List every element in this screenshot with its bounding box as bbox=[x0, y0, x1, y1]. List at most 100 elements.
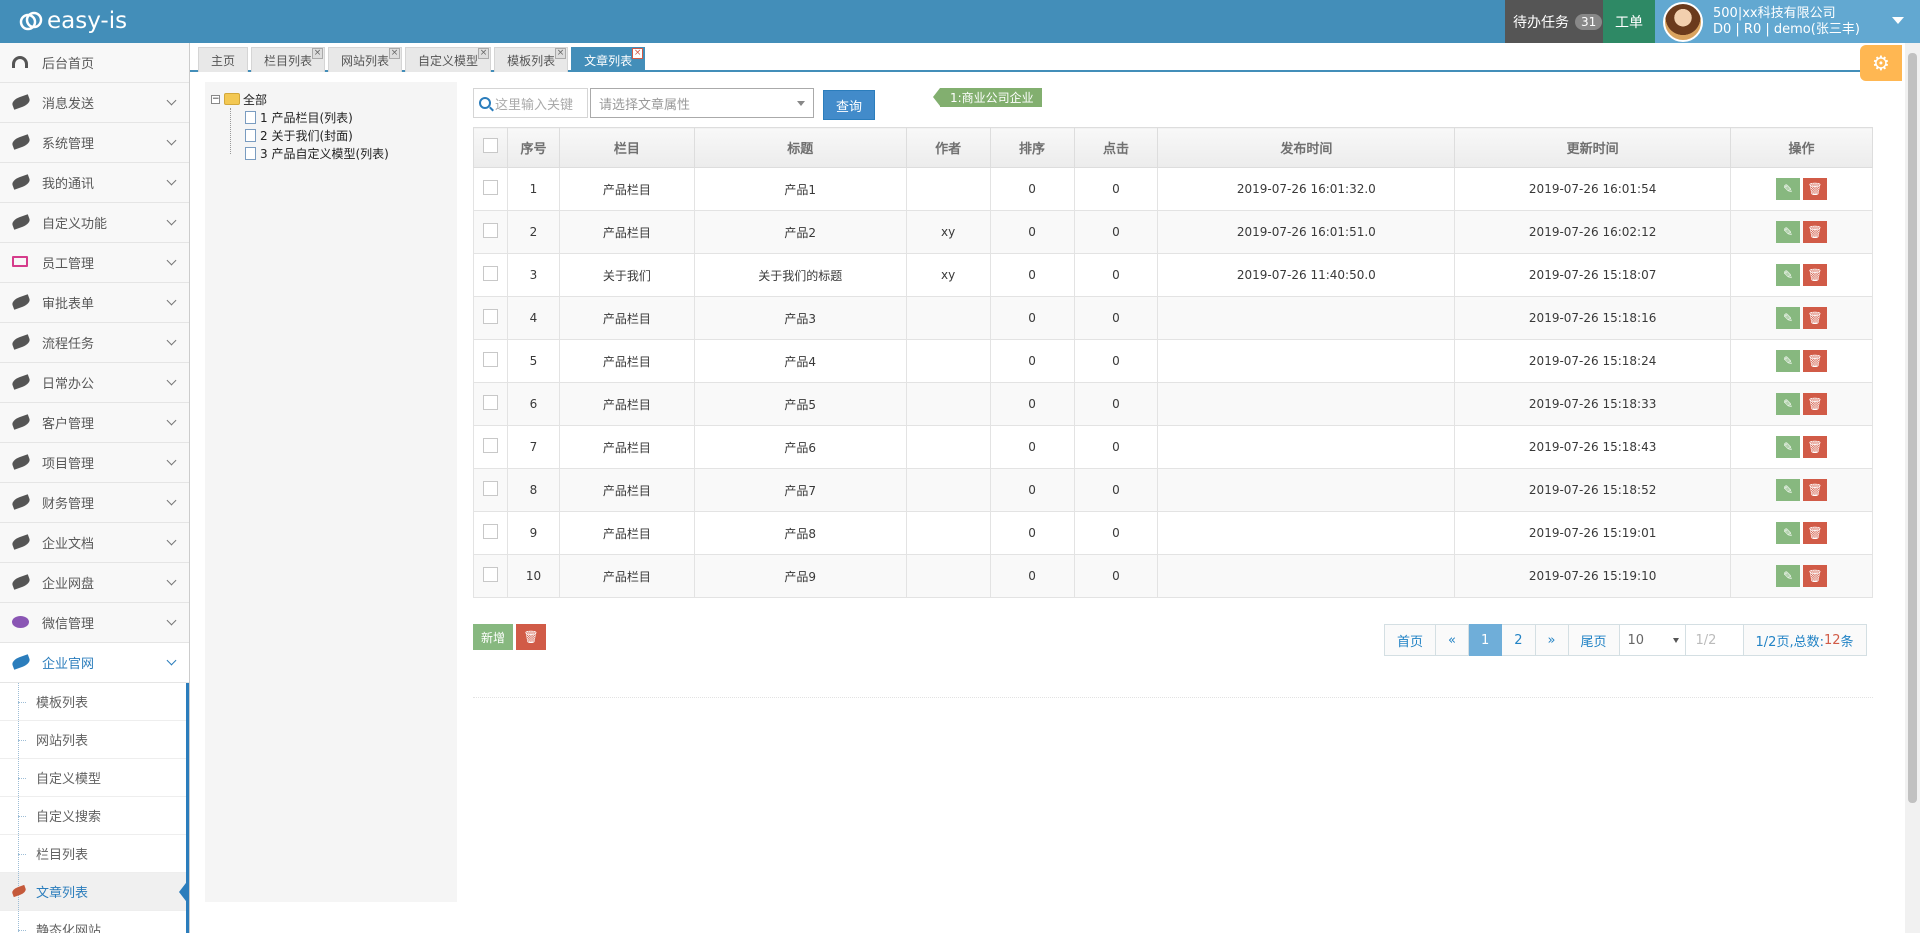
sidebar-item-message[interactable]: 消息发送 bbox=[0, 83, 189, 123]
page-size-select[interactable]: 10 bbox=[1619, 624, 1686, 656]
sidebar-item-finance[interactable]: 财务管理 bbox=[0, 483, 189, 523]
sub-item-static-site[interactable]: 静态化网站 bbox=[0, 911, 186, 933]
row-select-cell[interactable] bbox=[473, 167, 508, 211]
delete-button[interactable]: 🗑 bbox=[1803, 393, 1828, 415]
tree-node[interactable]: 1 产品栏目(列表) bbox=[211, 108, 457, 126]
edit-button[interactable]: ✎ bbox=[1776, 522, 1801, 544]
sidebar-item-netdisk[interactable]: 企业网盘 bbox=[0, 563, 189, 603]
row-select-cell[interactable] bbox=[473, 253, 508, 297]
tab-custom-model[interactable]: 自定义模型 × bbox=[405, 47, 492, 72]
row-select-cell[interactable] bbox=[473, 554, 508, 598]
next-page-button[interactable]: » bbox=[1535, 624, 1569, 656]
settings-button[interactable]: ⚙ bbox=[1860, 45, 1902, 81]
page-button[interactable]: 2 bbox=[1502, 624, 1536, 656]
sidebar-item-employees[interactable]: 员工管理 bbox=[0, 243, 189, 283]
select-all-header[interactable] bbox=[473, 127, 508, 168]
row-select-cell[interactable] bbox=[473, 425, 508, 469]
delete-button[interactable]: 🗑 bbox=[1803, 221, 1828, 243]
delete-button[interactable]: 🗑 bbox=[1803, 307, 1828, 329]
column-header[interactable]: 标题 bbox=[693, 127, 907, 168]
row-select-cell[interactable] bbox=[473, 296, 508, 340]
sidebar-item-approval-forms[interactable]: 审批表单 bbox=[0, 283, 189, 323]
page-jump-input[interactable]: 1/2 bbox=[1685, 624, 1744, 656]
edit-button[interactable]: ✎ bbox=[1776, 350, 1801, 372]
article-attribute-select[interactable]: 请选择文章属性 bbox=[590, 88, 814, 118]
delete-button[interactable]: 🗑 bbox=[1803, 522, 1828, 544]
sub-item-columns[interactable]: 栏目列表 bbox=[0, 835, 186, 873]
sidebar-item-contacts[interactable]: 我的通讯 bbox=[0, 163, 189, 203]
table-row[interactable]: 2 产品栏目 产品2 xy 0 0 2019-07-26 16:01:51.0 2019-07… bbox=[473, 210, 1873, 254]
column-header[interactable]: 栏目 bbox=[558, 127, 695, 168]
column-header[interactable]: 更新时间 bbox=[1454, 127, 1732, 168]
delete-button[interactable]: 🗑 bbox=[1803, 479, 1828, 501]
scrollbar-thumb[interactable] bbox=[1908, 53, 1917, 803]
sidebar-item-projects[interactable]: 项目管理 bbox=[0, 443, 189, 483]
column-header[interactable]: 排序 bbox=[989, 127, 1075, 168]
tree-node[interactable]: 2 关于我们(封面) bbox=[211, 126, 457, 144]
delete-button[interactable]: 🗑 bbox=[1803, 264, 1828, 286]
query-button[interactable]: 查询 bbox=[823, 90, 875, 120]
edit-button[interactable]: ✎ bbox=[1776, 479, 1801, 501]
edit-button[interactable]: ✎ bbox=[1776, 178, 1801, 200]
close-icon[interactable]: × bbox=[312, 48, 324, 59]
row-checkbox[interactable] bbox=[482, 180, 498, 195]
sidebar-item-system[interactable]: 系统管理 bbox=[0, 123, 189, 163]
row-checkbox[interactable] bbox=[482, 395, 498, 410]
tab-home[interactable]: 主页 bbox=[198, 47, 249, 72]
work-order-button[interactable]: 工单 bbox=[1603, 0, 1655, 43]
column-header[interactable]: 序号 bbox=[506, 127, 560, 168]
close-icon[interactable]: × bbox=[632, 48, 644, 59]
batch-delete-button[interactable]: 🗑 bbox=[516, 624, 546, 650]
sidebar-item-dashboard[interactable]: 后台首页 bbox=[0, 43, 189, 83]
sidebar-item-documents[interactable]: 企业文档 bbox=[0, 523, 189, 563]
table-row[interactable]: 7 产品栏目 产品6 0 0 2019-07-26 15:18:43 ✎ 🗑 bbox=[473, 425, 1873, 469]
table-row[interactable]: 4 产品栏目 产品3 0 0 2019-07-26 15:18:16 ✎ 🗑 bbox=[473, 296, 1873, 340]
delete-button[interactable]: 🗑 bbox=[1803, 436, 1828, 458]
sub-item-templates[interactable]: 模板列表 bbox=[0, 683, 186, 721]
sidebar-item-website[interactable]: 企业官网 bbox=[0, 643, 189, 683]
table-row[interactable]: 10 产品栏目 产品9 0 0 2019-07-26 15:19:10 ✎ 🗑 bbox=[473, 554, 1873, 598]
brand-logo[interactable]: easy-is bbox=[18, 6, 127, 36]
row-checkbox[interactable] bbox=[482, 567, 498, 582]
collapse-icon[interactable]: − bbox=[211, 94, 220, 104]
tree-node-root[interactable]: − 全部 bbox=[211, 90, 457, 108]
table-row[interactable]: 9 产品栏目 产品8 0 0 2019-07-26 15:19:01 ✎ 🗑 bbox=[473, 511, 1873, 555]
delete-button[interactable]: 🗑 bbox=[1803, 350, 1828, 372]
tab-templates[interactable]: 模板列表 × bbox=[494, 47, 569, 72]
edit-button[interactable]: ✎ bbox=[1776, 221, 1801, 243]
row-select-cell[interactable] bbox=[473, 210, 508, 254]
row-checkbox[interactable] bbox=[482, 438, 498, 453]
row-select-cell[interactable] bbox=[473, 382, 508, 426]
edit-button[interactable]: ✎ bbox=[1776, 264, 1801, 286]
select-all-checkbox[interactable] bbox=[482, 138, 498, 153]
row-checkbox[interactable] bbox=[482, 309, 498, 324]
table-row[interactable]: 1 产品栏目 产品1 0 0 2019-07-26 16:01:32.0 2019-07-2… bbox=[473, 167, 1873, 211]
delete-button[interactable]: 🗑 bbox=[1803, 178, 1828, 200]
row-checkbox[interactable] bbox=[482, 223, 498, 238]
sub-item-sites[interactable]: 网站列表 bbox=[0, 721, 186, 759]
tab-sites[interactable]: 网站列表 × bbox=[328, 47, 403, 72]
edit-button[interactable]: ✎ bbox=[1776, 565, 1801, 587]
user-menu[interactable]: 500|xx科技有限公司 D0 | R0 | demo(张三丰) bbox=[1655, 0, 1920, 43]
table-row[interactable]: 5 产品栏目 产品4 0 0 2019-07-26 15:18:24 ✎ 🗑 bbox=[473, 339, 1873, 383]
row-checkbox[interactable] bbox=[482, 524, 498, 539]
delete-button[interactable]: 🗑 bbox=[1803, 565, 1828, 587]
sidebar-item-custom-function[interactable]: 自定义功能 bbox=[0, 203, 189, 243]
last-page-button[interactable]: 尾页 bbox=[1568, 624, 1620, 656]
tab-articles[interactable]: 文章列表 × bbox=[571, 47, 646, 72]
sidebar-item-customers[interactable]: 客户管理 bbox=[0, 403, 189, 443]
sidebar-item-daily-office[interactable]: 日常办公 bbox=[0, 363, 189, 403]
add-button[interactable]: 新增 bbox=[473, 624, 513, 650]
sub-item-custom-model[interactable]: 自定义模型 bbox=[0, 759, 186, 797]
row-checkbox[interactable] bbox=[482, 266, 498, 281]
column-header[interactable]: 点击 bbox=[1073, 127, 1159, 168]
table-row[interactable]: 6 产品栏目 产品5 0 0 2019-07-26 15:18:33 ✎ 🗑 bbox=[473, 382, 1873, 426]
column-header[interactable]: 发布时间 bbox=[1157, 127, 1456, 168]
keyword-search-input[interactable]: 这里输入关键 bbox=[473, 88, 588, 118]
page-button[interactable]: 1 bbox=[1468, 624, 1503, 656]
first-page-button[interactable]: 首页 bbox=[1384, 624, 1437, 656]
column-header[interactable]: 作者 bbox=[905, 127, 991, 168]
pending-tasks-button[interactable]: 待办任务 31 bbox=[1505, 0, 1603, 43]
close-icon[interactable]: × bbox=[478, 48, 490, 59]
tree-node[interactable]: 3 产品自定义模型(列表) bbox=[211, 144, 457, 162]
